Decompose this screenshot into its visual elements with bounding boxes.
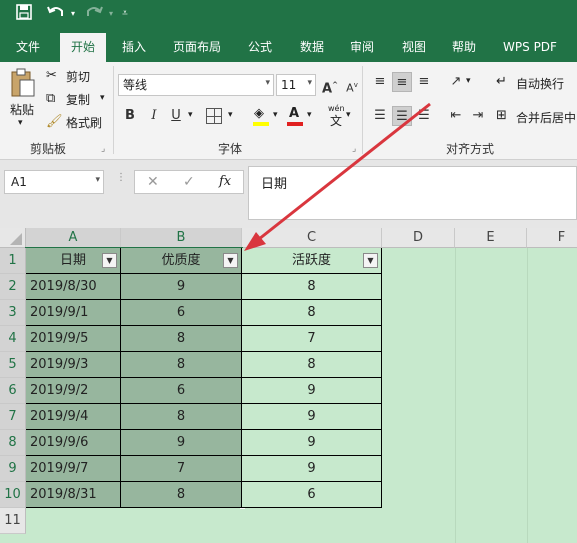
annotation-arrow <box>244 102 431 251</box>
